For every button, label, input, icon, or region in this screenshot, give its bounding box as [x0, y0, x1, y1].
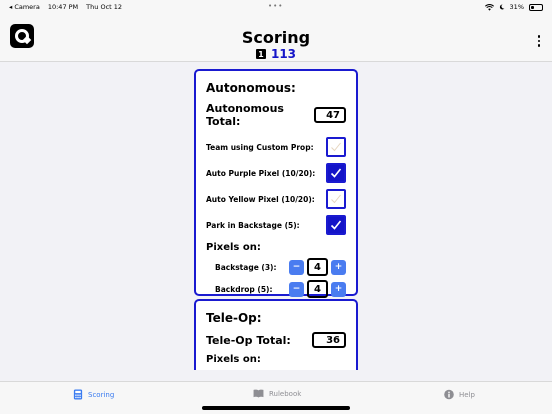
backdrop-decrement-button[interactable]: − — [289, 281, 304, 297]
tab-bar: Scoring Rulebook Help — [0, 381, 552, 414]
autonomous-total-value: 47 — [313, 107, 346, 123]
autonomous-heading: Autonomous: — [206, 81, 296, 95]
backstage-stepper-row: Backstage (3): − 4 + — [206, 256, 346, 278]
custom-prop-checkbox[interactable] — [326, 137, 346, 157]
moon-icon — [499, 4, 504, 10]
scoring-scroll-area[interactable]: Autonomous: Autonomous Total: 47 Team us… — [0, 62, 552, 370]
teleop-card: Tele-Op: Tele-Op Total: 36 Pixels on: — [194, 299, 358, 370]
teleop-pixels-on-label: Pixels on: — [206, 354, 261, 365]
custom-prop-row: Team using Custom Prop: — [206, 134, 346, 160]
autonomous-total-row: Autonomous Total: 47 — [206, 102, 346, 128]
tab-help-label: Help — [459, 390, 475, 399]
autonomous-total-label: Autonomous Total: — [206, 102, 284, 128]
custom-prop-label: Team using Custom Prop: — [206, 142, 314, 152]
backstage-value: 4 — [307, 258, 328, 276]
status-time: 10:47 PM — [47, 3, 79, 11]
status-date: Thu Oct 12 — [86, 3, 123, 11]
checkmark-icon — [331, 142, 341, 152]
tab-scoring[interactable]: Scoring — [73, 389, 114, 400]
park-backstage-label: Park in Backstage (5): — [206, 220, 300, 230]
yellow-pixel-row: Auto Yellow Pixel (10/20): — [206, 186, 346, 212]
info-icon — [444, 389, 454, 400]
backstage-decrement-button[interactable]: − — [289, 259, 304, 275]
checkmark-icon — [331, 194, 341, 204]
teleop-heading: Tele-Op: — [206, 311, 262, 325]
home-indicator[interactable] — [202, 406, 350, 410]
team-badge: 1 — [255, 49, 266, 59]
backdrop-value: 4 — [307, 280, 328, 298]
backdrop-stepper-row: Backdrop (5): − 4 + — [206, 278, 346, 300]
auto-pixels-on-label: Pixels on: — [206, 242, 261, 253]
yellow-pixel-checkbox[interactable] — [326, 189, 346, 209]
more-options-icon[interactable] — [537, 35, 540, 47]
tab-rulebook[interactable]: Rulebook — [253, 389, 301, 398]
team-number: 113 — [270, 47, 297, 61]
wifi-icon — [484, 3, 494, 11]
status-bar: ◂ Camera 10:47 PM Thu Oct 12 ••• 31% — [0, 0, 552, 14]
autonomous-card: Autonomous: Autonomous Total: 47 Team us… — [194, 69, 358, 298]
tab-rulebook-label: Rulebook — [269, 389, 302, 398]
backdrop-increment-button[interactable]: + — [331, 281, 346, 297]
yellow-pixel-label: Auto Yellow Pixel (10/20): — [206, 194, 315, 204]
teleop-total-label: Tele-Op Total: — [206, 333, 291, 347]
tab-scoring-label: Scoring — [88, 390, 115, 399]
purple-pixel-checkbox[interactable] — [326, 163, 346, 183]
park-backstage-row: Park in Backstage (5): — [206, 212, 346, 238]
teleop-total-value: 36 — [312, 332, 346, 348]
book-icon — [253, 389, 264, 398]
backdrop-stepper: − 4 + — [289, 280, 346, 298]
teleop-total-row: Tele-Op Total: 36 — [206, 332, 346, 348]
backstage-label: Backstage (3): — [215, 262, 277, 272]
checkmark-icon — [330, 168, 342, 178]
navigation-bar: Scoring 1 113 — [0, 14, 552, 62]
backdrop-label: Backdrop (5): — [215, 284, 273, 294]
purple-pixel-label: Auto Purple Pixel (10/20): — [206, 168, 316, 178]
park-backstage-checkbox[interactable] — [326, 215, 346, 235]
tab-help[interactable]: Help — [444, 389, 475, 400]
backstage-increment-button[interactable]: + — [331, 259, 346, 275]
purple-pixel-row: Auto Purple Pixel (10/20): — [206, 160, 346, 186]
multitasking-dots-icon[interactable]: ••• — [268, 3, 283, 10]
calculator-icon — [73, 389, 83, 400]
team-indicator: 1 113 — [0, 47, 552, 61]
page-title: Scoring — [241, 28, 311, 47]
backstage-stepper: − 4 + — [289, 258, 346, 276]
checkmark-icon — [330, 220, 342, 230]
battery-percent: 31% — [509, 3, 524, 11]
battery-icon — [529, 3, 543, 11]
back-to-camera-link[interactable]: ◂ Camera — [9, 3, 40, 11]
